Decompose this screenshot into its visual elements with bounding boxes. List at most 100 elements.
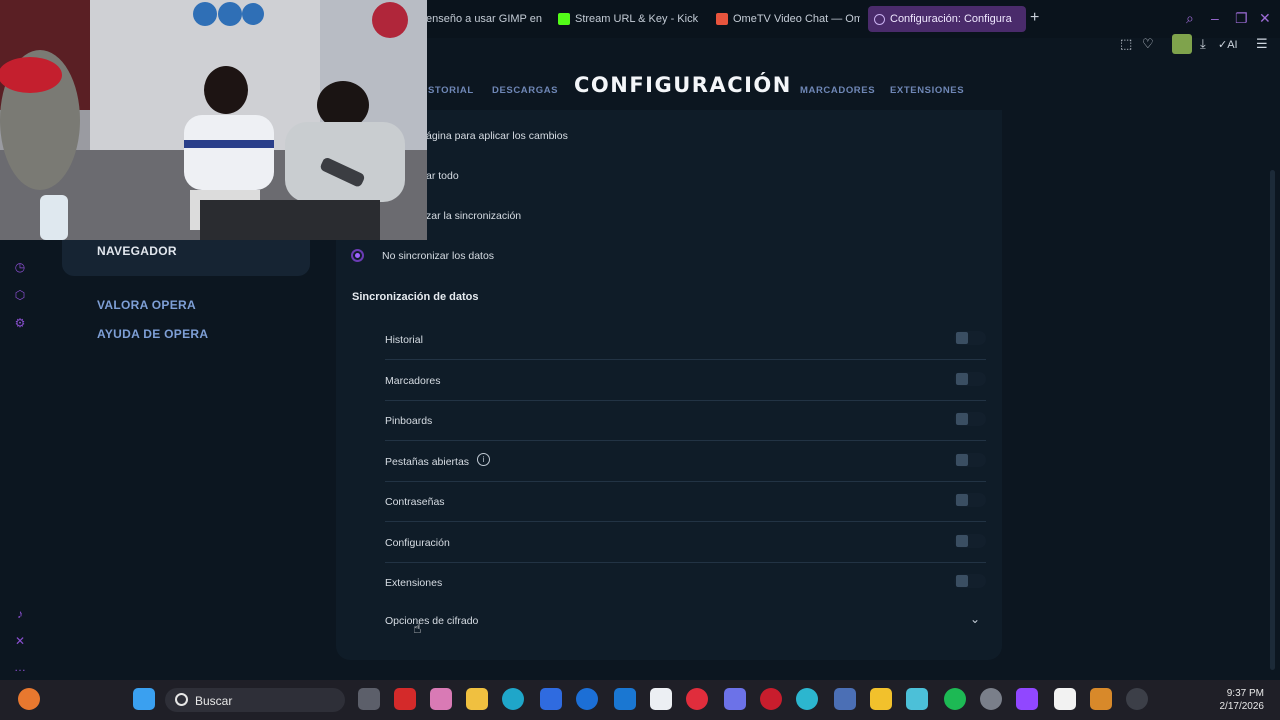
sidebar-item-navegador[interactable]: NAVEGADOR <box>62 236 310 276</box>
info-icon[interactable]: i <box>477 453 490 466</box>
sync-row-configuracion: Configuración <box>385 522 986 563</box>
sync-toggle[interactable] <box>954 493 986 507</box>
copilot-icon[interactable] <box>430 688 452 710</box>
canva-icon[interactable] <box>796 688 818 710</box>
tab-extensiones[interactable]: EXTENSIONES <box>890 85 964 96</box>
spotify-icon[interactable] <box>944 688 966 710</box>
aria-ai-button[interactable]: ✓AI <box>1218 38 1238 51</box>
sync-row-label: Contraseñas <box>385 496 445 508</box>
menu-icon[interactable]: ☰ <box>1256 36 1268 52</box>
no-sync-label: No sincronizar los datos <box>382 250 495 262</box>
sync-row-pinboards: Pinboards <box>385 400 986 441</box>
gear-icon <box>874 13 885 25</box>
sync-row-pestanas: Pestañas abiertas i <box>385 441 986 482</box>
settings-gear-icon[interactable]: ⚙ <box>13 316 27 330</box>
chevron-down-icon[interactable]: ⌄ <box>970 612 980 626</box>
tab-kick[interactable]: Stream URL & Key - Kick <box>552 6 702 32</box>
settings-icon[interactable] <box>980 688 1002 710</box>
tab-marcadores[interactable]: MARCADORES <box>800 85 875 96</box>
task-view-icon[interactable] <box>358 688 380 710</box>
download-icon[interactable]: ⤓ <box>1200 36 1206 52</box>
toggle-knob <box>956 413 968 425</box>
twitch-icon[interactable] <box>1016 688 1038 710</box>
tab-label: Configuración: Configura <box>890 13 1012 25</box>
tab-configuracion[interactable]: Configuración: Configura <box>868 6 1026 32</box>
sync-toggle[interactable] <box>954 331 986 345</box>
webcam-overlay <box>0 0 427 240</box>
heart-icon[interactable]: ♡ <box>1142 36 1154 52</box>
extensions-icon[interactable]: ⬡ <box>13 288 27 302</box>
taskbar-search[interactable]: Buscar <box>165 688 345 712</box>
taskbar-clock[interactable]: 9:37 PM 2/17/2026 <box>1220 687 1265 713</box>
sync-row-label: Configuración <box>385 537 450 549</box>
sidebar-link-ayuda-opera[interactable]: AYUDA DE OPERA <box>97 327 208 341</box>
sidebar-link-valora-opera[interactable]: VALORA OPERA <box>97 298 196 312</box>
toggle-knob <box>956 373 968 385</box>
toggle-knob <box>956 535 968 547</box>
tab-historial[interactable]: STORIAL <box>428 85 474 96</box>
outlook-icon[interactable] <box>614 688 636 710</box>
taskbar: Buscar 9:37 PM 2/17/2026 <box>0 680 1280 720</box>
ometv-icon <box>716 13 728 25</box>
tiktok-icon[interactable]: ♪ <box>13 607 27 621</box>
x-icon[interactable]: ✕ <box>13 634 27 648</box>
ai-label: AI <box>1227 39 1238 51</box>
sync-row-label: Extensiones <box>385 577 443 589</box>
tab-descargas[interactable]: DESCARGAS <box>492 85 558 96</box>
toggle-knob <box>956 494 968 506</box>
sync-toggle[interactable] <box>954 453 986 467</box>
app-icon[interactable] <box>834 688 856 710</box>
security-shield-icon[interactable] <box>870 688 892 710</box>
sync-heading: Sincronización de datos <box>352 291 479 303</box>
encryption-options-label[interactable]: Opciones de cifrado <box>385 615 478 627</box>
capcut-icon[interactable] <box>1054 688 1076 710</box>
scrollbar[interactable] <box>1270 170 1275 670</box>
tab-ometv[interactable]: OmeTV Video Chat — Om <box>710 6 860 32</box>
avatar[interactable] <box>1172 34 1192 54</box>
sync-row-marcadores: Marcadores <box>385 360 986 401</box>
tab-label: OmeTV Video Chat — Om <box>733 13 860 25</box>
toggle-knob <box>956 332 968 344</box>
close-button[interactable]: ✕ <box>1259 10 1271 27</box>
search-tabs-icon[interactable]: ⌕ <box>1186 10 1194 27</box>
page-title: CONFIGURACIÓN <box>574 73 792 97</box>
store-icon[interactable] <box>650 688 672 710</box>
opera-icon[interactable] <box>760 688 782 710</box>
maximize-button[interactable]: ❐ <box>1235 10 1248 27</box>
dropbox-icon[interactable] <box>540 688 562 710</box>
tab-gimp[interactable]: enseño a usar GIMP en <box>420 6 550 32</box>
toggle-knob <box>956 575 968 587</box>
sync-row-extensiones: Extensiones <box>385 562 986 602</box>
new-tab-button[interactable]: + <box>1030 9 1039 27</box>
sync-row-label: Historial <box>385 334 423 346</box>
app-shield-icon[interactable] <box>1090 688 1112 710</box>
tab-label: Stream URL & Key - Kick <box>575 13 699 25</box>
chatgpt-icon[interactable] <box>1126 688 1148 710</box>
tab-label: enseño a usar GIMP en <box>426 13 542 25</box>
snapshot-icon[interactable]: ⬚ <box>1120 36 1132 52</box>
sync-toggle[interactable] <box>954 574 986 588</box>
toggle-knob <box>956 454 968 466</box>
partial-text: ágina para aplicar los cambios <box>426 130 568 142</box>
history-icon[interactable]: ◷ <box>13 260 27 274</box>
clock-date: 2/17/2026 <box>1219 701 1265 712</box>
sync-row-label: Pinboards <box>385 415 433 427</box>
sync-toggle[interactable] <box>954 412 986 426</box>
edge-icon[interactable] <box>502 688 524 710</box>
widgets-icon[interactable] <box>18 688 40 710</box>
minimize-button[interactable]: – <box>1211 10 1219 26</box>
file-explorer-icon[interactable] <box>466 688 488 710</box>
app-x-icon[interactable] <box>394 688 416 710</box>
discord-icon[interactable] <box>724 688 746 710</box>
mouse-cursor-icon: ☝ <box>413 620 422 636</box>
browser-toolbar: ⬚ ♡ ⤓ ✓AI ☰ <box>1110 34 1280 58</box>
pinterest-icon[interactable] <box>686 688 708 710</box>
sync-toggle[interactable] <box>954 534 986 548</box>
notepad-icon[interactable] <box>906 688 928 710</box>
more-icon[interactable]: … <box>13 660 27 674</box>
hp-icon[interactable] <box>576 688 598 710</box>
windows-start-icon[interactable] <box>133 688 155 710</box>
clock-time: 9:37 PM <box>1226 688 1264 699</box>
no-sync-radio[interactable] <box>351 249 364 262</box>
sync-toggle[interactable] <box>954 372 986 386</box>
